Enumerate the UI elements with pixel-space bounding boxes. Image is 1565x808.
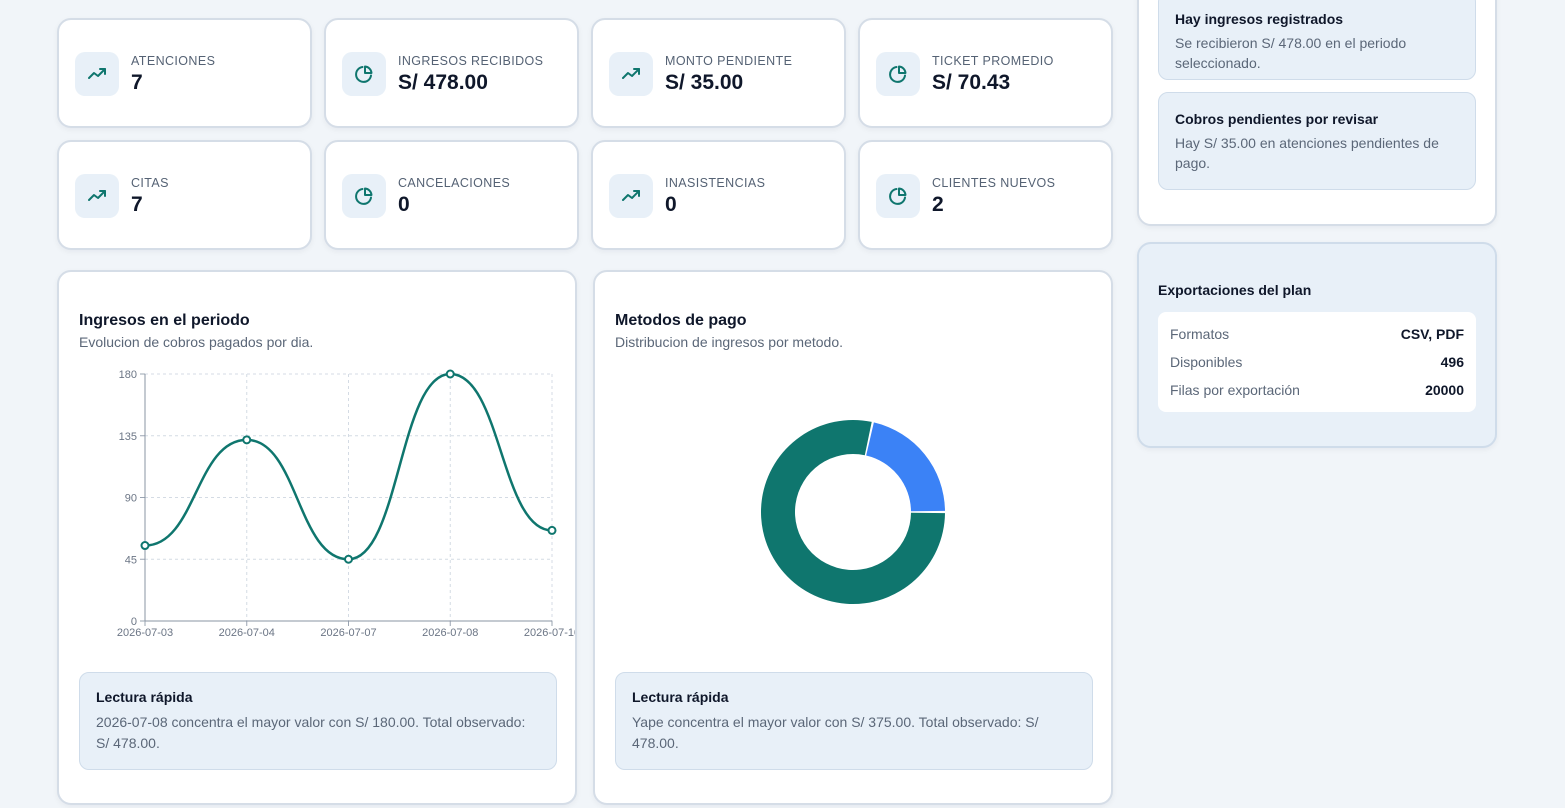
alerts-card: Hay ingresos registrados Se recibieron S… bbox=[1137, 0, 1497, 226]
income-chart-card: Ingresos en el periodo Evolucion de cobr… bbox=[57, 270, 577, 805]
pie-chart-icon bbox=[876, 174, 920, 218]
data-point bbox=[445, 369, 455, 379]
stat-card: INASISTENCIAS 0 bbox=[591, 140, 846, 250]
export-row-label: Disponibles bbox=[1170, 354, 1243, 370]
stat-label: ATENCIONES bbox=[131, 54, 216, 68]
stat-card: ATENCIONES 7 bbox=[57, 18, 312, 128]
stat-value: 0 bbox=[665, 193, 677, 216]
payment-methods-card: Metodos de pago Distribucion de ingresos… bbox=[593, 270, 1113, 805]
stat-value: 7 bbox=[131, 193, 143, 216]
x-tick-label: 2026-07-03 bbox=[117, 627, 173, 639]
trend-up-icon bbox=[75, 174, 119, 218]
export-row-available: Disponibles 496 bbox=[1170, 348, 1464, 376]
stat-label: INGRESOS RECIBIDOS bbox=[398, 54, 544, 68]
stat-card: CANCELACIONES 0 bbox=[324, 140, 579, 250]
stat-card: CITAS 7 bbox=[57, 140, 312, 250]
quick-reading-body: 2026-07-08 concentra el mayor valor con … bbox=[96, 714, 526, 751]
pie-chart-icon bbox=[876, 52, 920, 96]
data-point bbox=[140, 541, 150, 551]
y-tick-label: 45 bbox=[125, 554, 137, 566]
alert-title: Cobros pendientes por revisar bbox=[1175, 111, 1379, 127]
payment-methods-subtitle: Distribucion de ingresos por metodo. bbox=[615, 334, 844, 350]
stat-card: TICKET PROMEDIO S/ 70.43 bbox=[858, 18, 1113, 128]
y-tick-label: 90 bbox=[125, 493, 137, 505]
export-row-label: Formatos bbox=[1170, 326, 1230, 342]
trend-up-icon bbox=[609, 52, 653, 96]
export-row-value: CSV, PDF bbox=[1400, 326, 1464, 342]
alert-income-registered: Hay ingresos registrados Se recibieron S… bbox=[1158, 0, 1476, 80]
trend-up-icon bbox=[75, 52, 119, 96]
stat-card: INGRESOS RECIBIDOS S/ 478.00 bbox=[324, 18, 579, 128]
stat-value: S/ 70.43 bbox=[932, 71, 1011, 94]
alert-body: Hay S/ 35.00 en atenciones pendientes de… bbox=[1175, 135, 1439, 171]
trend-up-icon bbox=[609, 174, 653, 218]
x-tick-label: 2026-07-10 bbox=[524, 627, 575, 639]
income-line-chart: 045901351802026-07-03 2026-07-04 2026-07-0… bbox=[117, 369, 575, 639]
stat-card: MONTO PENDIENTE S/ 35.00 bbox=[591, 18, 846, 128]
stat-value: 2 bbox=[932, 193, 944, 216]
export-row-value: 20000 bbox=[1425, 382, 1464, 398]
y-tick-label: 135 bbox=[119, 431, 137, 443]
stat-label: INASISTENCIAS bbox=[665, 176, 766, 190]
export-row-value: 496 bbox=[1440, 354, 1464, 370]
stat-value: 7 bbox=[131, 71, 143, 94]
x-tick-label: 2026-07-08 bbox=[422, 627, 478, 639]
payment-methods-title: Metodos de pago bbox=[615, 312, 747, 329]
stat-value: 0 bbox=[398, 193, 410, 216]
income-quick-reading: Lectura rápida 2026-07-08 concentra el m… bbox=[79, 672, 557, 770]
pie-chart-icon bbox=[342, 52, 386, 96]
stat-label: TICKET PROMEDIO bbox=[932, 54, 1054, 68]
payment-methods-donut bbox=[761, 420, 945, 604]
stat-value: S/ 478.00 bbox=[398, 71, 488, 94]
stat-value: S/ 35.00 bbox=[665, 71, 744, 94]
quick-reading-title: Lectura rápida bbox=[632, 689, 729, 705]
income-chart-subtitle: Evolucion de cobros pagados por dia. bbox=[79, 334, 314, 350]
stat-label: MONTO PENDIENTE bbox=[665, 54, 793, 68]
export-row-label: Filas por exportación bbox=[1170, 382, 1300, 398]
x-tick-label: 2026-07-07 bbox=[320, 627, 376, 639]
data-point bbox=[547, 525, 557, 535]
exports-title: Exportaciones del plan bbox=[1158, 282, 1312, 298]
exports-card: Exportaciones del plan Formatos CSV, PDF… bbox=[1137, 242, 1497, 448]
y-tick-label: 180 bbox=[119, 369, 137, 381]
exports-table: Formatos CSV, PDF Disponibles 496 Filas … bbox=[1158, 312, 1476, 412]
methods-quick-reading: Lectura rápida Yape concentra el mayor v… bbox=[615, 672, 1093, 770]
quick-reading-body: Yape concentra el mayor valor con S/ 375… bbox=[632, 714, 1039, 751]
stat-label: CANCELACIONES bbox=[398, 176, 511, 190]
quick-reading-title: Lectura rápida bbox=[96, 689, 193, 705]
pie-chart-icon bbox=[342, 174, 386, 218]
stat-label: CITAS bbox=[131, 176, 169, 190]
income-chart-title: Ingresos en el periodo bbox=[79, 312, 250, 329]
export-row-rows-per-export: Filas por exportación 20000 bbox=[1170, 376, 1464, 404]
alert-body: Se recibieron S/ 478.00 en el periodo se… bbox=[1175, 35, 1407, 71]
stat-card: CLIENTES NUEVOS 2 bbox=[858, 140, 1113, 250]
data-point bbox=[344, 554, 353, 564]
stat-label: CLIENTES NUEVOS bbox=[932, 176, 1056, 190]
alert-title: Hay ingresos registrados bbox=[1175, 11, 1344, 27]
data-point bbox=[242, 435, 252, 445]
alert-pending-charges: Cobros pendientes por revisar Hay S/ 35.… bbox=[1158, 92, 1476, 190]
x-tick-label: 2026-07-04 bbox=[219, 627, 275, 639]
donut-slice bbox=[866, 422, 945, 512]
export-row-formats: Formatos CSV, PDF bbox=[1170, 320, 1464, 348]
